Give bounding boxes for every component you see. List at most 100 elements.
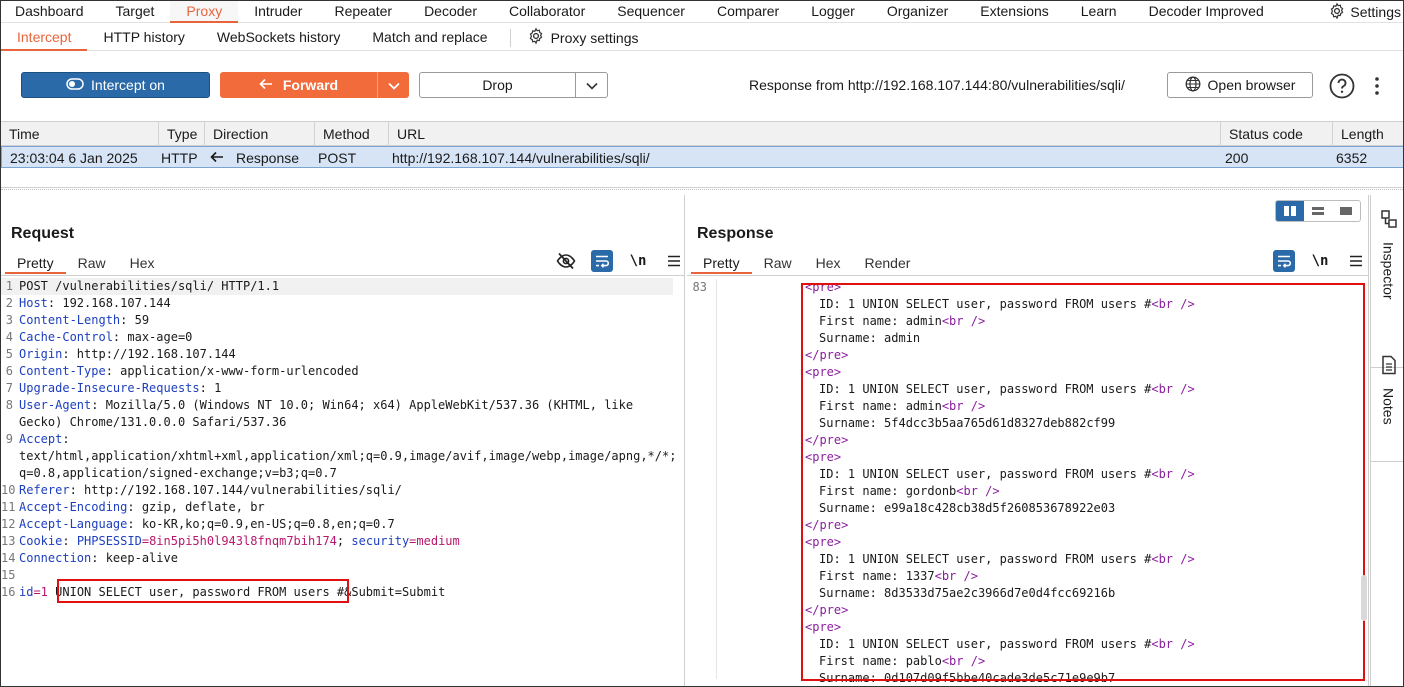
code-line: q=0.8,application/signed-exchange;v=b3;q… <box>19 466 337 480</box>
tab-websockets-history[interactable]: WebSockets history <box>201 25 356 51</box>
inspector-icon <box>1380 209 1398 232</box>
column-header-direction[interactable]: Direction <box>205 122 315 146</box>
tab-sequencer[interactable]: Sequencer <box>601 1 701 23</box>
row-method: POST <box>318 150 357 166</box>
arrow-left-icon <box>210 147 224 169</box>
code-line: 4 Cache-Control: max-age=0 <box>5 330 193 344</box>
tab-intruder[interactable]: Intruder <box>238 1 318 23</box>
menu-icon[interactable] <box>1345 250 1367 272</box>
code-line: Gecko) Chrome/131.0.0.0 Safari/537.36 <box>19 415 287 429</box>
help-icon[interactable] <box>1329 73 1355 99</box>
code-line: 14 Connection: keep-alive <box>1 551 178 565</box>
proxy-settings-button[interactable]: Proxy settings <box>517 27 649 48</box>
tab-intercept[interactable]: Intercept <box>1 25 88 51</box>
results-highlight-box <box>801 283 1365 681</box>
request-tab-pretty[interactable]: Pretty <box>5 252 66 274</box>
tab-logger[interactable]: Logger <box>795 1 871 23</box>
tab-proxy[interactable]: Proxy <box>170 1 239 23</box>
tab-decoder[interactable]: Decoder <box>408 1 493 23</box>
drop-button[interactable]: Drop <box>419 72 608 98</box>
layout-single-icon[interactable] <box>1332 201 1360 221</box>
eye-slash-icon[interactable] <box>555 250 577 272</box>
column-header-status-code[interactable]: Status code <box>1221 122 1333 146</box>
request-view-tabs: Pretty Raw Hex <box>5 252 167 274</box>
more-options-icon[interactable] <box>1369 75 1385 97</box>
response-tab-hex[interactable]: Hex <box>804 252 853 274</box>
newline-toggle[interactable]: \n <box>627 250 649 272</box>
newline-toggle[interactable]: \n <box>1309 250 1331 272</box>
wrap-lines-icon[interactable] <box>1273 250 1295 272</box>
row-url: http://192.168.107.144/vulnerabilities/s… <box>392 150 650 166</box>
tab-extensions[interactable]: Extensions <box>964 1 1064 23</box>
tab-match-and-replace[interactable]: Match and replace <box>356 25 503 51</box>
response-tab-pretty[interactable]: Pretty <box>691 252 752 274</box>
inspector-label: Inspector <box>1380 242 1397 300</box>
row-time: 23:03:04 6 Jan 2025 <box>10 150 138 166</box>
payload-highlight-box <box>57 579 349 603</box>
code-line: 7 Upgrade-Insecure-Requests: 1 <box>5 381 222 395</box>
forward-button[interactable]: Forward <box>220 72 409 98</box>
proxy-sub-tab-bar: Intercept HTTP history WebSockets histor… <box>1 25 1403 51</box>
layout-rows-icon[interactable] <box>1304 201 1332 221</box>
tab-target[interactable]: Target <box>100 1 171 23</box>
table-header: Time Type Direction Method URL Status co… <box>1 122 1403 146</box>
gear-icon <box>1328 2 1346 23</box>
settings-label: Settings <box>1350 4 1401 20</box>
tab-collaborator[interactable]: Collaborator <box>493 1 601 23</box>
tab-comparer[interactable]: Comparer <box>701 1 795 23</box>
wrap-lines-icon[interactable] <box>591 250 613 272</box>
code-line: 8 User-Agent: Mozilla/5.0 (Windows NT 10.… <box>5 398 634 412</box>
response-tab-render[interactable]: Render <box>853 252 923 274</box>
intercept-label: Intercept on <box>91 77 165 93</box>
menu-icon[interactable] <box>663 250 685 272</box>
request-tab-raw[interactable]: Raw <box>66 252 118 274</box>
response-scrollbar[interactable] <box>1361 575 1367 621</box>
notes-toggle[interactable]: Notes <box>1371 355 1403 425</box>
proxy-settings-label: Proxy settings <box>550 29 639 46</box>
intercept-toolbar: Intercept on Forward Drop Response from … <box>1 52 1403 118</box>
column-header-time[interactable]: Time <box>1 122 159 146</box>
code-line: 12 Accept-Language: ko-KR,ko;q=0.9,en-US;… <box>1 517 395 531</box>
response-tab-raw[interactable]: Raw <box>752 252 804 274</box>
code-line: 11 Accept-Encoding: gzip, deflate, br <box>1 500 265 514</box>
inspector-sidebar: Inspector Notes <box>1370 195 1403 686</box>
table-empty-area <box>1 168 1403 188</box>
response-view-tabs: Pretty Raw Hex Render <box>691 252 922 274</box>
tab-learn[interactable]: Learn <box>1065 1 1133 23</box>
request-tab-hex[interactable]: Hex <box>118 252 167 274</box>
open-browser-label: Open browser <box>1207 77 1296 93</box>
tab-dashboard[interactable]: Dashboard <box>1 1 100 23</box>
column-header-type[interactable]: Type <box>159 122 205 146</box>
globe-icon <box>1185 76 1201 95</box>
settings-button[interactable]: Settings <box>1328 1 1401 23</box>
divider <box>1371 461 1403 462</box>
intercept-toggle-button[interactable]: Intercept on <box>21 72 210 98</box>
forward-main[interactable]: Forward <box>220 72 377 98</box>
layout-columns-icon[interactable] <box>1276 201 1304 221</box>
column-header-method[interactable]: Method <box>315 122 389 146</box>
tab-repeater[interactable]: Repeater <box>318 1 408 23</box>
tab-http-history[interactable]: HTTP history <box>87 25 200 51</box>
inspector-toggle[interactable]: Inspector <box>1371 209 1403 300</box>
burp-window: Dashboard Target Proxy Intruder Repeater… <box>0 0 1404 687</box>
tab-decoder-improved[interactable]: Decoder Improved <box>1133 1 1280 23</box>
code-line: 6 Content-Type: application/x-www-form-ur… <box>5 364 359 378</box>
chevron-down-icon <box>387 77 400 93</box>
request-editor[interactable]: 1 POST /vulnerabilities/sqli/ HTTP/1.1 2H… <box>1 278 685 601</box>
drop-dropdown[interactable] <box>575 73 607 97</box>
table-row[interactable]: 23:03:04 6 Jan 2025 HTTP Response POST h… <box>1 146 1403 169</box>
forward-label: Forward <box>282 77 339 93</box>
code-line: text/html,application/xhtml+xml,applicat… <box>19 449 677 463</box>
intercept-queue-table: Time Type Direction Method URL Status co… <box>1 121 1403 191</box>
row-direction-label: Response <box>236 150 300 166</box>
column-header-url[interactable]: URL <box>389 122 1221 146</box>
forward-dropdown[interactable] <box>377 72 409 98</box>
divider <box>687 275 1369 276</box>
open-browser-button[interactable]: Open browser <box>1167 72 1313 98</box>
request-tools: \n <box>555 250 685 272</box>
response-source-label: Response from http://192.168.107.144:80/… <box>749 77 1125 93</box>
request-panel: Request Pretty Raw Hex \n 1 POST /vulnera… <box>1 195 685 686</box>
gutter: 83 <box>687 279 717 679</box>
column-header-length[interactable]: Length <box>1333 122 1403 146</box>
tab-organizer[interactable]: Organizer <box>871 1 964 23</box>
